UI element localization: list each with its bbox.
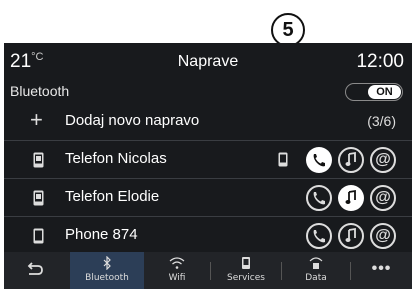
- tab-wifi[interactable]: Wifi: [144, 252, 210, 289]
- add-device-row[interactable]: + Dodaj novo napravo (3/6): [4, 103, 412, 141]
- back-button[interactable]: [4, 252, 66, 289]
- device-row-elodie[interactable]: Telefon Elodie @: [4, 179, 412, 217]
- status-bar: 21°C Naprave 12:00: [4, 43, 412, 81]
- toggle-state: ON: [368, 85, 401, 99]
- bluetooth-toggle[interactable]: ON: [345, 83, 403, 101]
- tab-bluetooth[interactable]: Bluetooth: [70, 252, 144, 289]
- music-note-icon[interactable]: [338, 223, 364, 249]
- tab-label: Wifi: [168, 273, 186, 283]
- bluetooth-icon: [103, 256, 111, 270]
- wifi-icon: [169, 257, 185, 269]
- bluetooth-setting-row: Bluetooth ON: [4, 81, 412, 103]
- bluetooth-label: Bluetooth: [10, 83, 70, 99]
- phone-call-icon[interactable]: [306, 223, 332, 249]
- data-icon: [309, 257, 323, 269]
- devices-screen: 21°C Naprave 12:00 Bluetooth ON + Dodaj …: [4, 43, 412, 289]
- services-icon: [242, 257, 250, 269]
- clock: 12:00: [356, 51, 404, 72]
- device-name: Telefon Elodie: [65, 188, 160, 205]
- plus-icon: +: [30, 107, 43, 132]
- page-title: Naprave: [177, 53, 239, 70]
- back-arrow-icon: [27, 262, 43, 275]
- tab-services[interactable]: Services: [211, 252, 281, 289]
- device-count: (3/6): [367, 113, 396, 129]
- device-name: Telefon Nicolas: [65, 150, 167, 167]
- tab-label: Data: [305, 273, 327, 283]
- tab-data[interactable]: Data: [282, 252, 350, 289]
- music-note-icon[interactable]: [338, 185, 364, 211]
- data-sharing-icon[interactable]: @: [370, 185, 396, 211]
- phone-icon: [33, 190, 44, 206]
- callout-marker: 5: [271, 13, 305, 47]
- tab-label: Services: [227, 273, 265, 283]
- bottom-nav: Bluetooth Wifi Services Data •••: [4, 252, 412, 289]
- data-sharing-icon[interactable]: @: [370, 223, 396, 249]
- device-row-phone-874[interactable]: Phone 874 @: [4, 217, 412, 255]
- phone-icon: [33, 228, 44, 244]
- music-note-icon[interactable]: [338, 147, 364, 173]
- data-sharing-icon[interactable]: @: [370, 147, 396, 173]
- more-icon: •••: [371, 260, 392, 277]
- add-device-label: Dodaj novo napravo: [65, 112, 200, 129]
- device-name: Phone 874: [65, 226, 138, 243]
- phone-icon: [33, 152, 44, 168]
- phone-call-icon[interactable]: [306, 147, 332, 173]
- tab-label: Bluetooth: [85, 273, 129, 283]
- connected-phone-icon: [278, 152, 288, 167]
- more-button[interactable]: •••: [351, 252, 412, 289]
- phone-call-icon[interactable]: [306, 185, 332, 211]
- device-row-nicolas[interactable]: Telefon Nicolas @: [4, 141, 412, 179]
